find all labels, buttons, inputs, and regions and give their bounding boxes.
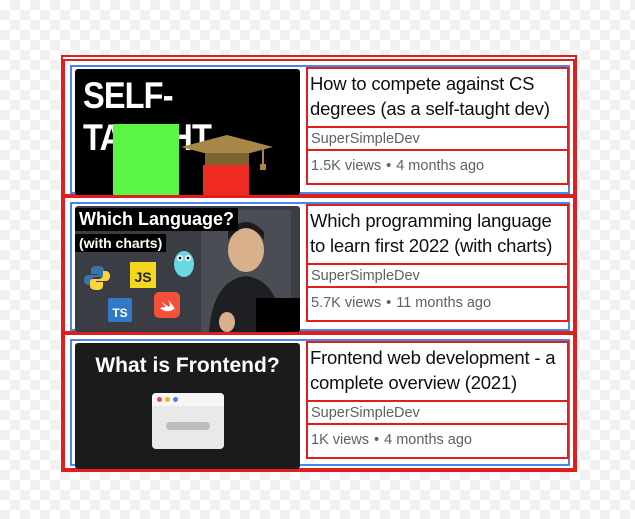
- video-card[interactable]: SELF-TAUGHT How to compete against CS de…: [63, 59, 575, 196]
- channel-name[interactable]: SuperSimpleDev: [306, 402, 569, 425]
- graduation-cap-icon: [181, 135, 273, 170]
- video-thumbnail[interactable]: What is Frontend?: [75, 343, 300, 469]
- video-card[interactable]: What is Frontend? Frontend web developme…: [63, 333, 575, 470]
- video-meta: Frontend web development - a complete ov…: [306, 341, 569, 459]
- python-logo-icon: [84, 266, 110, 290]
- separator-dot: •: [386, 295, 392, 311]
- video-card[interactable]: Which Language? (with charts) JS TS Whic…: [63, 196, 575, 333]
- upload-age: 11 months ago: [396, 295, 492, 311]
- placeholder-line: [166, 422, 210, 430]
- window-dot: [173, 397, 178, 402]
- video-title[interactable]: How to compete against CS degrees (as a …: [306, 67, 569, 128]
- window-dot: [157, 397, 162, 402]
- video-stats: 1K views • 4 months ago: [306, 425, 569, 459]
- video-title[interactable]: Frontend web development - a complete ov…: [306, 341, 569, 402]
- green-bar-graphic: [113, 124, 179, 195]
- channel-name[interactable]: SuperSimpleDev: [306, 265, 569, 288]
- video-list: SELF-TAUGHT How to compete against CS de…: [61, 55, 577, 472]
- typescript-logo-icon: TS: [108, 298, 132, 322]
- thumbnail-text: What is Frontend?: [95, 354, 280, 377]
- separator-dot: •: [386, 158, 392, 174]
- video-card-inner: Which Language? (with charts) JS TS Whic…: [70, 202, 570, 332]
- video-thumbnail[interactable]: SELF-TAUGHT: [75, 69, 300, 195]
- view-count: 5.7K views: [311, 295, 382, 311]
- video-stats: 1.5K views • 4 months ago: [306, 151, 569, 185]
- view-count: 1.5K views: [311, 158, 382, 174]
- channel-name[interactable]: SuperSimpleDev: [306, 128, 569, 151]
- swift-logo-icon: [154, 292, 180, 318]
- video-title[interactable]: Which programming language to learn firs…: [306, 204, 569, 265]
- thumbnail-overlay-block: [256, 298, 300, 332]
- separator-dot: •: [374, 432, 380, 448]
- video-card-inner: SELF-TAUGHT How to compete against CS de…: [70, 65, 570, 195]
- thumbnail-text: Which Language?: [75, 208, 238, 231]
- browser-window-bar: [152, 393, 224, 406]
- window-dot: [165, 397, 170, 402]
- go-gopher-icon: [174, 251, 194, 277]
- thumbnail-subtext: (with charts): [75, 234, 167, 252]
- view-count: 1K views: [311, 432, 370, 448]
- upload-age: 4 months ago: [384, 432, 472, 448]
- javascript-logo-icon: JS: [130, 262, 156, 288]
- video-meta: How to compete against CS degrees (as a …: [306, 67, 569, 185]
- video-stats: 5.7K views • 11 months ago: [306, 288, 569, 322]
- video-meta: Which programming language to learn firs…: [306, 204, 569, 322]
- video-card-inner: What is Frontend? Frontend web developme…: [70, 339, 570, 469]
- video-thumbnail[interactable]: Which Language? (with charts) JS TS: [75, 206, 300, 332]
- upload-age: 4 months ago: [396, 158, 485, 174]
- browser-window-icon: [152, 393, 224, 449]
